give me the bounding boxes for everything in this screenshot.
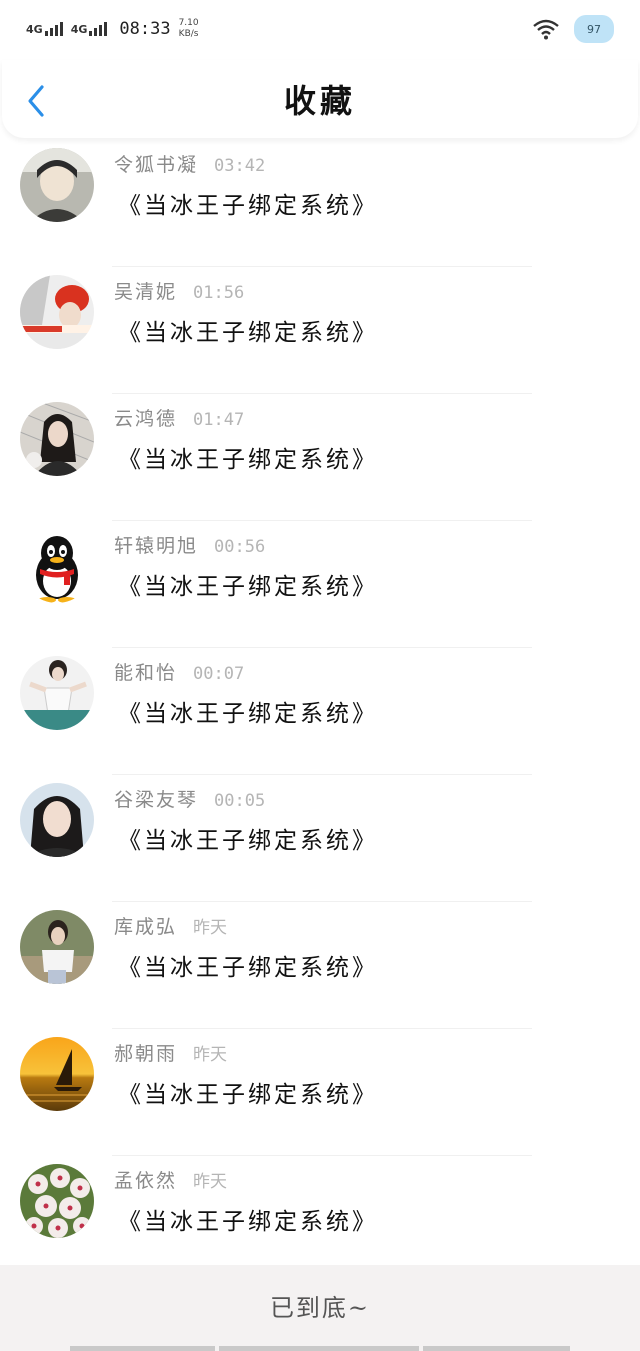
book-title[interactable]: 《当冰王子绑定系统》 — [118, 186, 378, 220]
avatar[interactable] — [20, 656, 94, 730]
book-title[interactable]: 《当冰王子绑定系统》 — [118, 1202, 378, 1236]
avatar[interactable] — [20, 402, 94, 476]
avatar[interactable] — [20, 1164, 94, 1238]
signal-1: 4G — [26, 22, 63, 36]
battery-icon: 97 — [574, 15, 614, 43]
timestamp: 00:07 — [193, 664, 245, 684]
book-title[interactable]: 《当冰王子绑定系统》 — [118, 821, 378, 855]
user-name: 孟依然 — [114, 1170, 178, 1192]
timestamp: 01:56 — [193, 283, 245, 303]
wifi-icon — [533, 19, 559, 40]
timestamp: 00:05 — [214, 791, 266, 811]
network-speed-value: 7.10 — [178, 18, 199, 28]
network-speed: 7.10 KB/s — [179, 18, 199, 40]
list-item[interactable]: 郝朝雨 昨天 《当冰王子绑定系统》 — [0, 1029, 640, 1156]
signal-bars-icon — [89, 22, 108, 36]
list-item[interactable]: 孟依然 昨天 《当冰王子绑定系统》 — [0, 1156, 640, 1283]
user-name: 郝朝雨 — [114, 1043, 178, 1065]
end-of-list-footer: 已到底~ — [0, 1265, 640, 1351]
book-title[interactable]: 《当冰王子绑定系统》 — [118, 567, 378, 601]
back-arrow-icon[interactable] — [24, 84, 50, 118]
list-item[interactable]: 谷梁友琴 00:05 《当冰王子绑定系统》 — [0, 775, 640, 902]
list-item[interactable]: 库成弘 昨天 《当冰王子绑定系统》 — [0, 902, 640, 1029]
book-title[interactable]: 《当冰王子绑定系统》 — [118, 948, 378, 982]
user-name: 库成弘 — [114, 916, 178, 938]
top-header: 收藏 — [2, 60, 638, 138]
favorites-list: 令狐书凝 03:42 《当冰王子绑定系统》 吴清妮 01:56 《当冰王子绑定系… — [0, 140, 640, 1283]
signal-bars-icon — [44, 22, 63, 36]
timestamp: 01:47 — [193, 410, 245, 430]
network-speed-unit: KB/s — [178, 29, 199, 39]
book-title[interactable]: 《当冰王子绑定系统》 — [118, 694, 378, 728]
avatar[interactable] — [20, 529, 94, 603]
timestamp: 昨天 — [193, 1045, 228, 1065]
avatar[interactable] — [20, 275, 94, 349]
clock: 08:33 — [119, 19, 171, 39]
list-item[interactable]: 令狐书凝 03:42 《当冰王子绑定系统》 — [0, 140, 640, 267]
book-title[interactable]: 《当冰王子绑定系统》 — [118, 313, 378, 347]
timestamp: 00:56 — [214, 537, 266, 557]
user-name: 令狐书凝 — [114, 154, 199, 176]
avatar[interactable] — [20, 783, 94, 857]
timestamp: 昨天 — [193, 1172, 228, 1192]
avatar[interactable] — [20, 910, 94, 984]
user-name: 吴清妮 — [114, 281, 178, 303]
timestamp: 03:42 — [214, 156, 266, 176]
user-name: 能和怡 — [114, 662, 178, 684]
end-of-list-text: 已到底~ — [269, 1293, 371, 1322]
book-title[interactable]: 《当冰王子绑定系统》 — [118, 440, 378, 474]
timestamp: 昨天 — [193, 918, 228, 938]
user-name: 轩辕明旭 — [114, 535, 199, 557]
list-item[interactable]: 轩辕明旭 00:56 《当冰王子绑定系统》 — [0, 521, 640, 648]
user-name: 谷梁友琴 — [114, 789, 199, 811]
list-item[interactable]: 吴清妮 01:56 《当冰王子绑定系统》 — [0, 267, 640, 394]
signal-2: 4G — [71, 22, 108, 36]
status-bar: 4G 4G 08:33 7.10 KB/s 97 — [0, 0, 640, 58]
avatar[interactable] — [20, 1037, 94, 1111]
network-type-label: 4G — [26, 23, 43, 36]
user-name: 云鸿德 — [114, 408, 178, 430]
list-item[interactable]: 云鸿德 01:47 《当冰王子绑定系统》 — [0, 394, 640, 521]
gesture-bar — [70, 1346, 570, 1351]
battery-level: 97 — [587, 22, 601, 36]
list-item[interactable]: 能和怡 00:07 《当冰王子绑定系统》 — [0, 648, 640, 775]
book-title[interactable]: 《当冰王子绑定系统》 — [118, 1075, 378, 1109]
page-title: 收藏 — [283, 82, 356, 120]
avatar[interactable] — [20, 148, 94, 222]
network-type-label: 4G — [70, 23, 88, 36]
